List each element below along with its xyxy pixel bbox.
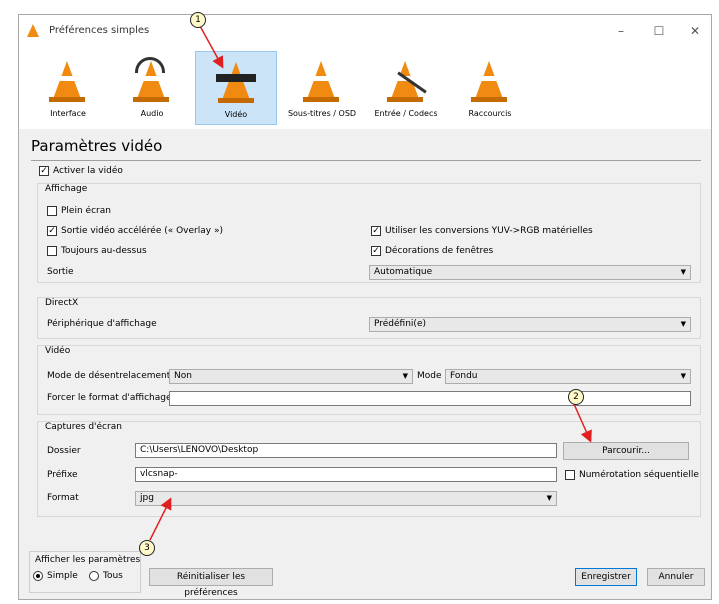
format-label: Format [47, 493, 79, 503]
film-reel-icon [216, 74, 256, 82]
always-on-top-label: Toujours au-dessus [61, 246, 147, 256]
force-aspect-label: Forcer le format d'affichage [47, 393, 172, 403]
output-select[interactable]: Automatique ▼ [369, 265, 691, 280]
device-select-value: Prédéfini(e) [374, 319, 426, 329]
simple-radio-label: Simple [47, 571, 78, 581]
tab-input-codecs-label: Entrée / Codecs [374, 109, 438, 118]
output-label: Sortie [47, 267, 74, 277]
chevron-down-icon: ▼ [402, 372, 408, 380]
output-select-value: Automatique [374, 267, 433, 277]
maximize-button[interactable]: ☐ [649, 22, 669, 40]
sequential-label: Numérotation séquentielle [579, 470, 699, 480]
overlay-checkbox[interactable]: ✓ [47, 226, 57, 236]
force-aspect-input[interactable] [169, 391, 691, 406]
mode-select-value: Fondu [450, 371, 478, 381]
all-radio[interactable] [89, 571, 99, 581]
tab-video-label: Vidéo [224, 110, 248, 119]
enable-video-checkbox[interactable]: ✓ [39, 166, 49, 176]
tab-audio-label: Audio [140, 109, 164, 118]
mode-select[interactable]: Fondu ▼ [445, 369, 691, 384]
always-on-top-checkbox[interactable] [47, 246, 57, 256]
chevron-down-icon: ▼ [680, 372, 686, 380]
title-bar: Préférences simples – ☐ ✕ [19, 15, 711, 47]
tab-hotkeys[interactable]: Raccourcis [449, 51, 531, 125]
title-separator [31, 160, 701, 161]
sequential-checkbox[interactable] [565, 470, 575, 480]
close-button[interactable]: ✕ [685, 22, 705, 40]
category-toolbar: Interface Audio Vidéo Sous-titres / OSD [19, 47, 711, 129]
tab-input-codecs[interactable]: Entrée / Codecs [365, 51, 447, 125]
yuv-label: Utiliser les conversions YUV->RGB matéri… [385, 226, 593, 236]
device-label: Périphérique d'affichage [47, 319, 157, 329]
prefix-input[interactable]: vlcsnap- [135, 467, 557, 482]
folder-label: Dossier [47, 446, 81, 456]
minimize-button[interactable]: – [611, 22, 631, 40]
decorations-label: Décorations de fenêtres [385, 246, 494, 256]
directx-group-title: DirectX [45, 298, 79, 308]
tab-interface[interactable]: Interface [27, 51, 109, 125]
prefix-label: Préfixe [47, 470, 78, 480]
deinterlace-label: Mode de désentrelacement [47, 371, 171, 381]
tab-interface-label: Interface [50, 109, 86, 118]
annotation-marker-3: 3 [139, 540, 155, 556]
tab-subtitles-label: Sous-titres / OSD [287, 109, 357, 118]
folder-input[interactable]: C:\Users\LENOVO\Desktop [135, 443, 557, 458]
tab-hotkeys-label: Raccourcis [468, 109, 512, 118]
snapshots-group-title: Captures d'écran [45, 422, 122, 432]
device-select[interactable]: Prédéfini(e) ▼ [369, 317, 691, 332]
deinterlace-select-value: Non [174, 371, 192, 381]
annotation-marker-2: 2 [568, 389, 584, 405]
browse-button[interactable]: Parcourir... [563, 442, 689, 460]
deinterlace-select[interactable]: Non ▼ [169, 369, 413, 384]
preferences-window: Préférences simples – ☐ ✕ Interface Audi… [18, 14, 712, 600]
display-group-title: Affichage [45, 184, 88, 194]
fullscreen-checkbox[interactable] [47, 206, 57, 216]
video-settings-group-title: Vidéo [45, 346, 71, 356]
tab-video[interactable]: Vidéo [195, 51, 277, 125]
show-settings-label: Afficher les paramètres [35, 555, 141, 565]
annotation-marker-1: 1 [190, 12, 206, 28]
tab-audio[interactable]: Audio [111, 51, 193, 125]
vlc-cone-icon [27, 24, 39, 37]
cancel-button[interactable]: Annuler [647, 568, 705, 586]
all-radio-label: Tous [103, 571, 123, 581]
save-button[interactable]: Enregistrer [575, 568, 637, 586]
page-title: Paramètres vidéo [31, 137, 163, 155]
chevron-down-icon: ▼ [680, 268, 686, 276]
reset-preferences-button[interactable]: Réinitialiser les préférences [149, 568, 273, 598]
format-select[interactable]: jpg ▼ [135, 491, 557, 506]
yuv-checkbox[interactable]: ✓ [371, 226, 381, 236]
enable-video-label: Activer la vidéo [53, 166, 123, 176]
chevron-down-icon: ▼ [680, 320, 686, 328]
format-select-value: jpg [140, 493, 154, 503]
decorations-checkbox[interactable]: ✓ [371, 246, 381, 256]
mode-label: Mode [417, 371, 442, 381]
window-title: Préférences simples [49, 25, 150, 36]
tab-subtitles[interactable]: Sous-titres / OSD [281, 51, 363, 125]
simple-radio[interactable] [33, 571, 43, 581]
fullscreen-label: Plein écran [61, 206, 111, 216]
overlay-label: Sortie vidéo accélérée (« Overlay ») [61, 226, 223, 236]
chevron-down-icon: ▼ [546, 494, 552, 502]
